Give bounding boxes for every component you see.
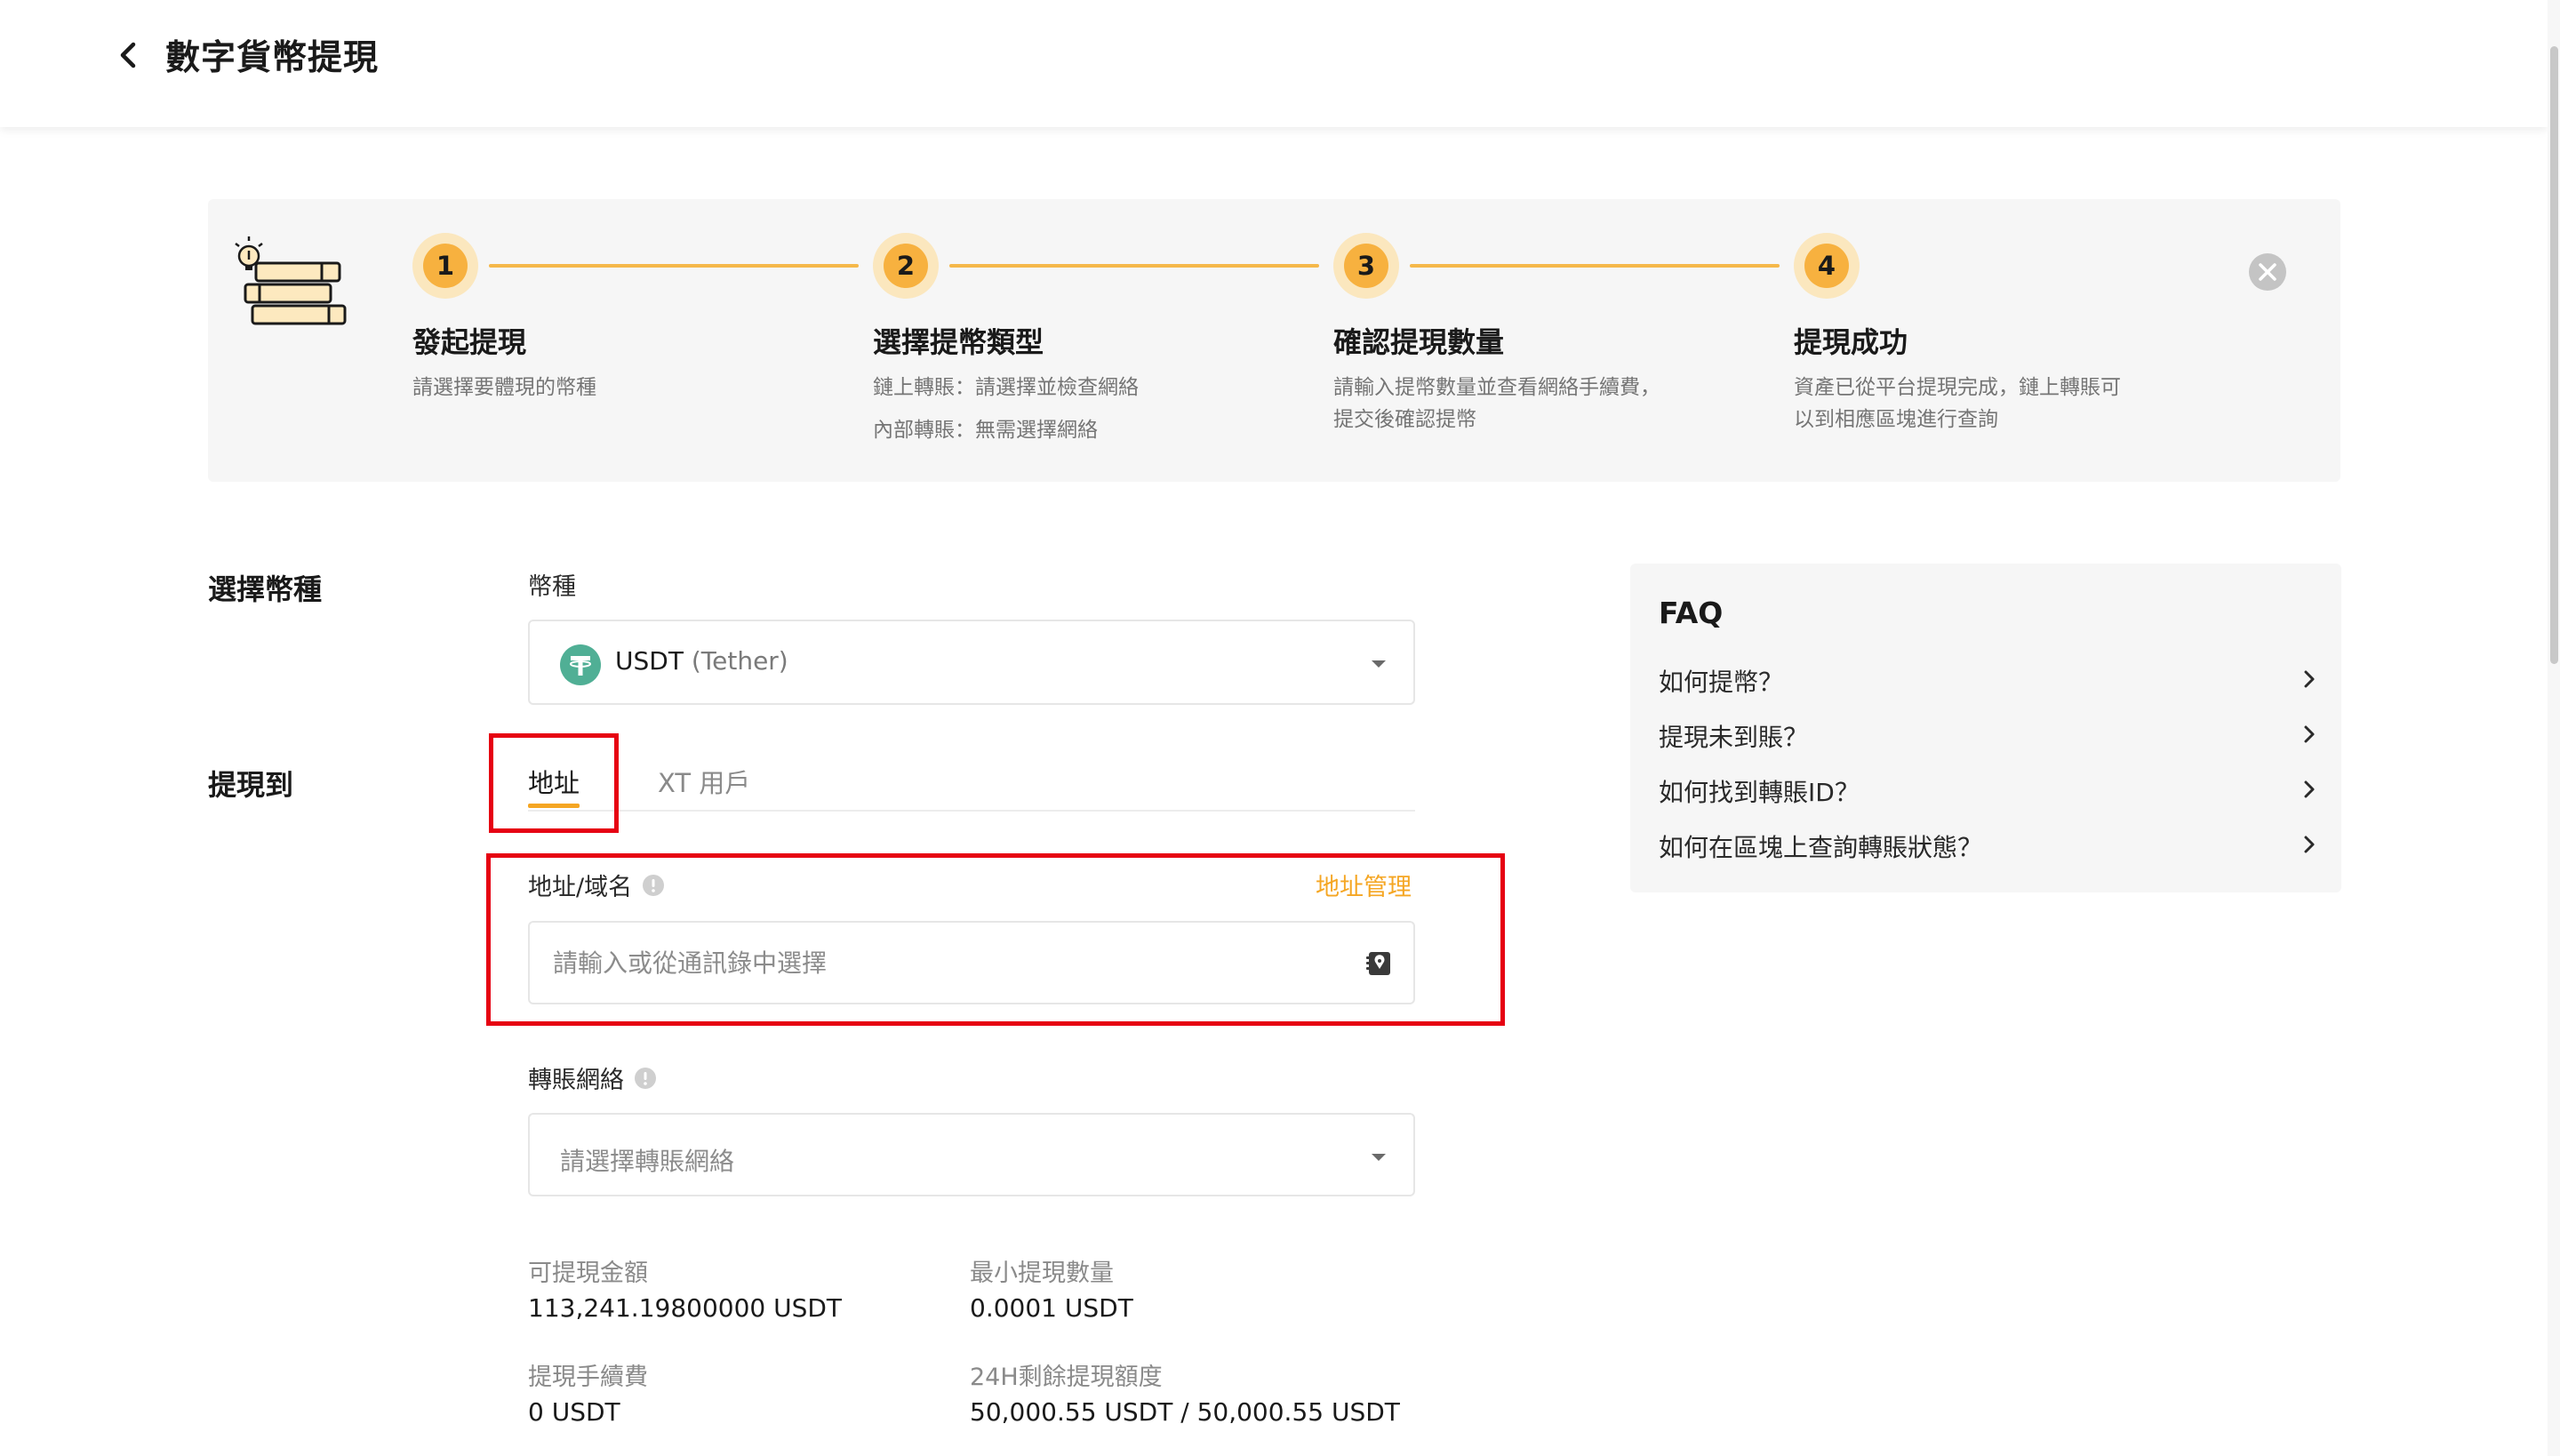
section-label-withdraw-to: 提現到 [208,768,294,802]
section-label-coin: 選擇幣種 [208,572,323,606]
step-3-connector [1410,264,1780,268]
faq-item-not-received[interactable]: 提現未到賬？ [1659,713,2316,756]
faq-item-how-to-withdraw[interactable]: 如何提幣？ [1659,658,2316,700]
withdraw-fee-label: 提現手續費 [528,1364,648,1391]
faq-item-label: 如何在區塊上查詢轉賬狀態？ [1659,833,1983,862]
chevron-right-icon [2304,725,2315,743]
chevron-right-icon [2304,836,2315,853]
step-3-title: 確認提現數量 [1333,325,1505,359]
coin-full-name: (Tether) [691,646,788,676]
scrollbar[interactable] [2548,0,2560,1456]
network-field-label: 轉賬網絡 [528,1060,656,1095]
withdraw-fee-value: 0 USDT [528,1397,620,1427]
highlight-box-address-field [486,853,1505,1026]
step-2-desc-line-1: 鏈上轉賬：請選擇並檢查網絡 [873,376,1139,399]
faq-item-label: 提現未到賬？ [1659,723,1809,752]
coin-select[interactable]: USDT (Tether) [528,620,1415,705]
step-3-number: 3 [1344,244,1388,288]
network-select-placeholder: 請選擇轉賬網絡 [560,1147,735,1176]
faq-item-query-transfer-status[interactable]: 如何在區塊上查詢轉賬狀態？ [1659,823,2316,866]
available-amount-label: 可提現金額 [528,1260,648,1287]
step-1-desc-line-1: 請選擇要體現的幣種 [412,376,596,399]
step-4-desc-line-1: 資產已從平台提現完成，鏈上轉賬可 [1794,376,2121,399]
step-2-desc-line-2: 內部轉賬：無需選擇網絡 [873,419,1098,442]
page-header: 數字貨幣提現 [0,0,2548,127]
scrollbar-thumb[interactable] [2550,46,2558,664]
step-2-number: 2 [884,244,928,288]
faq-item-label: 如何找到轉賬ID？ [1659,778,1860,807]
coin-symbol: USDT [615,646,684,676]
caret-down-icon [1372,1154,1386,1161]
min-withdraw-label: 最小提現數量 [970,1260,1114,1287]
step-4-badge: 4 [1794,233,1860,299]
step-1-title: 發起提現 [412,325,527,359]
faq-item-find-transfer-id[interactable]: 如何找到轉賬ID？ [1659,768,2316,811]
step-4-desc: 資產已從平台提現完成，鏈上轉賬可 以到相應區塊進行查詢 [1794,372,2121,436]
tab-xt-user[interactable]: XT 用戶 [658,763,750,800]
step-3-desc-line-1: 請輸入提幣數量並查看網絡手續費， [1333,376,1660,399]
network-label-text: 轉賬網絡 [528,1067,624,1094]
faq-item-label: 如何提幣？ [1659,668,1784,697]
info-icon[interactable] [635,1067,656,1089]
page-title: 數字貨幣提現 [165,38,380,78]
step-2-connector [949,264,1319,268]
chevron-right-icon [2304,780,2315,798]
coin-field-label: 幣種 [528,573,576,601]
close-circle-icon[interactable] [2248,252,2287,292]
step-3-desc-line-2: 提交後確認提幣 [1333,408,1476,431]
step-2-badge: 2 [873,233,939,299]
step-4-title: 提現成功 [1794,325,1908,359]
faq-title: FAQ [1659,596,1724,630]
coin-selected-label: USDT (Tether) [615,646,788,676]
min-withdraw-value: 0.0001 USDT [970,1293,1133,1323]
network-select[interactable]: 請選擇轉賬網絡 [528,1113,1415,1196]
tether-icon [560,644,601,685]
step-1-number: 1 [423,244,468,288]
step-1-badge: 1 [412,233,478,299]
faq-panel: FAQ 如何提幣？ 提現未到賬？ 如何找到轉賬ID？ 如何在區塊上查詢轉賬狀態？ [1630,564,2341,892]
step-3-desc: 請輸入提幣數量並查看網絡手續費， 提交後確認提幣 [1333,372,1660,436]
step-2-title: 選擇提幣類型 [873,325,1044,359]
books-lightbulb-icon [235,236,347,325]
caret-down-icon [1372,660,1386,668]
step-4-desc-line-2: 以到相應區塊進行查詢 [1794,408,1998,431]
remaining-limit-label: 24H剩餘提現額度 [970,1364,1163,1391]
chevron-left-icon[interactable] [110,37,146,73]
highlight-box-address-tab [489,733,619,833]
remaining-limit-value: 50,000.55 USDT / 50,000.55 USDT [970,1397,1400,1427]
step-2-desc: 鏈上轉賬：請選擇並檢查網絡 內部轉賬：無需選擇網絡 [873,366,1139,452]
step-4-number: 4 [1804,244,1849,288]
available-amount-value: 113,241.19800000 USDT [528,1293,843,1323]
step-1-desc: 請選擇要體現的幣種 [412,372,596,404]
chevron-right-icon [2304,670,2315,688]
step-1-connector [489,264,859,268]
step-3-badge: 3 [1333,233,1399,299]
tabs-divider [528,810,1415,812]
steps-banner: 1 發起提現 請選擇要體現的幣種 2 選擇提幣類型 鏈上轉賬：請選擇並檢查網絡 … [208,199,2340,482]
